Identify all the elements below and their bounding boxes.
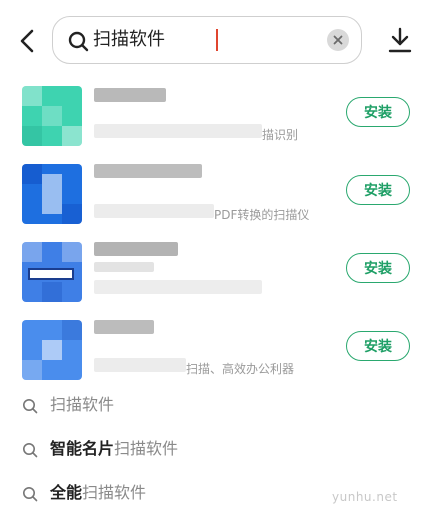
install-button[interactable]: 安装 (346, 175, 410, 205)
suggestion-text: 智能名片扫描软件 (50, 439, 179, 458)
suggestion-text: 全能扫描软件 (50, 483, 147, 502)
app-icon (22, 86, 82, 146)
app-desc-blurred (94, 204, 214, 218)
top-bar (0, 0, 431, 80)
search-icon (23, 487, 38, 502)
chevron-left-icon (20, 29, 34, 53)
search-icon (23, 443, 38, 458)
app-name-blurred (94, 88, 166, 102)
app-name-blurred (94, 320, 154, 334)
suggestion-text: 扫描软件 (50, 395, 115, 414)
app-list-item[interactable]: 扫描、高效办公利器 安装 (0, 314, 431, 392)
search-suggestion-item[interactable]: 扫描软件 (0, 386, 431, 426)
close-icon (333, 35, 343, 45)
install-button[interactable]: 安装 (346, 97, 410, 127)
app-desc-blurred (94, 358, 186, 372)
search-suggestion-item[interactable]: 智能名片扫描软件 (0, 430, 431, 470)
watermark: yunhu.net (332, 490, 398, 504)
app-icon (22, 320, 82, 380)
search-input[interactable] (93, 26, 313, 54)
app-desc-blurred (94, 124, 262, 138)
app-name-blurred (94, 164, 202, 178)
app-list-item[interactable]: 安装 (0, 236, 431, 314)
search-box[interactable] (52, 16, 362, 64)
app-icon (22, 242, 82, 302)
back-button[interactable] (14, 28, 40, 54)
app-icon (22, 164, 82, 224)
download-icon[interactable] (387, 26, 413, 54)
app-list-item[interactable]: PDF转换的扫描仪 安装 (0, 158, 431, 236)
app-description: 扫描、高效办公利器 (186, 362, 295, 376)
search-icon (23, 399, 38, 414)
app-desc-blurred (94, 280, 262, 294)
clear-button[interactable] (327, 29, 349, 51)
install-button[interactable]: 安装 (346, 331, 410, 361)
app-description: 描识别 (262, 128, 299, 142)
app-description: PDF转换的扫描仪 (214, 208, 310, 222)
search-icon (68, 31, 89, 52)
app-list-item[interactable]: 描识别 安装 (0, 80, 431, 158)
install-button[interactable]: 安装 (346, 253, 410, 283)
text-caret (216, 29, 218, 51)
app-name-blurred (94, 242, 178, 256)
app-subtitle-blurred (94, 262, 154, 272)
